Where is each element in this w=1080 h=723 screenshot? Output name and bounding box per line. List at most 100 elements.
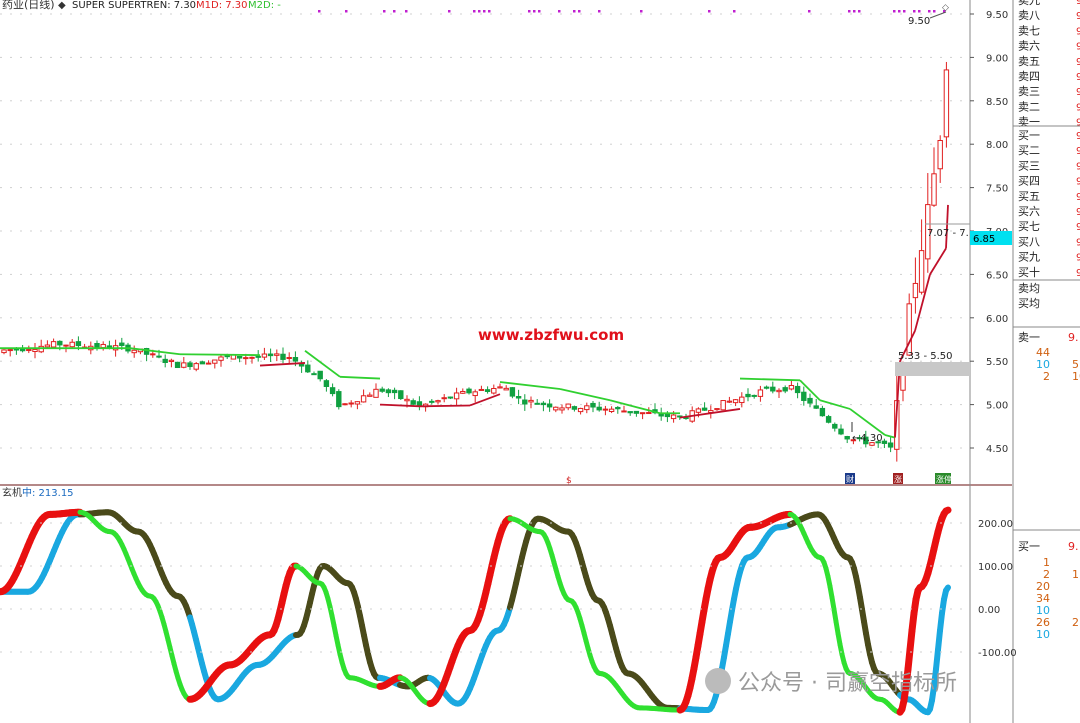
price-tick-label: 5.00 [986,401,1008,412]
osc-tick-label: 100.00 [978,562,1013,573]
buy-level-label: 买二 [1018,144,1040,157]
candle-body [497,386,503,389]
osc-main-line [942,506,952,515]
candle-body [1,349,7,354]
candle-body [286,357,292,360]
candle-body [584,405,590,411]
sell-level-price: 9 [1076,87,1080,98]
candle-body [323,380,330,387]
price-tick-label: 6.50 [986,270,1008,281]
candle-body [813,405,819,409]
candle-body [385,389,392,394]
sell-level-price: 9 [1076,0,1080,7]
candle-body [825,416,832,423]
candle-body [571,406,578,410]
m2d-label: M2D: - [248,0,281,11]
signal-dot [913,10,916,13]
candle-body [701,407,708,411]
candle-body [943,69,950,138]
candle-body [416,401,423,406]
candle-body [484,389,491,392]
candle-body [472,391,478,397]
candle-body [577,407,584,413]
signal-dot [848,10,851,13]
candle-body [404,398,410,402]
candle-body [887,442,894,448]
candle-body [57,340,63,346]
candle-body [757,389,764,397]
candle-body [608,408,615,413]
buy-level-price: 9 [1076,131,1080,142]
sell-level-label: 卖六 [1018,40,1040,53]
candle-body [633,410,640,414]
sell-level-label: 卖八 [1018,9,1040,22]
support-zone-label: 5.33 - 5.50 [898,351,953,362]
candle-body [336,391,342,408]
candle-body [590,402,596,408]
candle-body [156,355,162,358]
candle-body [559,407,565,411]
signal-dot [533,10,536,13]
candle-body [205,362,212,365]
candle-body [69,341,75,348]
candle-body [360,395,367,403]
sell-level-price: 9 [1076,26,1080,37]
buy-level-price: 9 [1076,192,1080,203]
signal-dot [733,10,736,13]
sell-level-label: 卖四 [1018,70,1040,83]
candle-body [162,358,168,364]
candle-body [32,348,38,352]
signal-dot [538,10,541,13]
buy-level-label: 买三 [1018,159,1040,172]
candle-body [832,423,838,429]
candle-body [447,396,454,399]
signal-dot [933,10,936,13]
candle-body [844,436,850,440]
candle-body [329,387,336,395]
oscillator-value: 中: 213.15 [22,486,74,499]
buy-level-price: 9 [1076,207,1080,218]
candle-body [131,349,137,354]
candle-body [782,387,788,392]
price-tick-label: 9.00 [986,53,1008,64]
candle-body [63,344,69,347]
avg-label: 卖均 [1018,282,1040,295]
candle-body [739,396,745,404]
candle-body [429,400,435,403]
candle-body [181,362,187,368]
candle-body [391,389,398,394]
support-zone [895,362,970,376]
candle-body [912,282,919,299]
trade-sell-volume-2: 10 [1072,370,1080,383]
candle-body [249,356,255,359]
signal-dot [918,10,921,13]
candle-body [546,403,553,408]
candle-body [224,355,230,358]
candle-body [801,391,807,401]
signal-dot [858,10,861,13]
buy-level-label: 买五 [1018,190,1040,203]
signal-dot [483,10,486,13]
buy-level-price: 9 [1076,253,1080,264]
candle-body [305,364,311,373]
candle-body [509,387,516,397]
candle-body [763,386,770,389]
signal-dot [558,10,561,13]
candle-body [881,440,888,444]
sell-level-label: 卖一 [1018,116,1040,129]
candle-body [695,408,702,413]
trade-sell-price: 9. [1068,331,1079,344]
gear-icon[interactable]: ◆ [58,0,66,11]
supertrend-segment [179,353,261,357]
price-tick-label: 4.50 [986,444,1008,455]
buy-level-label: 买九 [1018,251,1040,264]
candle-body [367,394,373,397]
buy-level-price: 9 [1076,268,1080,279]
price-tick-label: 5.50 [986,357,1008,368]
signal-dot [853,10,856,13]
candle-body [453,392,460,400]
candle-body [732,399,739,404]
signal-dot [898,10,901,13]
candle-body [187,362,193,368]
candle-body [770,386,776,392]
